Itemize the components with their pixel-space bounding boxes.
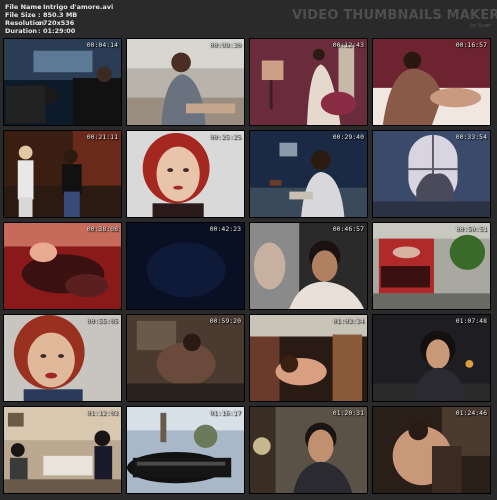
thumbnail-frame-image <box>4 315 121 401</box>
video-thumbnail[interactable]: 00:59:20 <box>126 314 245 402</box>
video-thumbnail[interactable]: 00:04:14 <box>3 38 122 126</box>
video-thumbnail[interactable]: 00:33:54 <box>372 130 491 218</box>
thumbnail-frame-image <box>4 39 121 125</box>
thumbnail-frame-image <box>127 407 244 493</box>
timecode: 00:29:40 <box>332 133 364 141</box>
video-thumbnail[interactable]: 00:29:40 <box>249 130 368 218</box>
thumbnail-frame-image <box>4 223 121 309</box>
timecode: 00:21:11 <box>86 133 118 141</box>
timecode: 01:16:17 <box>209 409 241 417</box>
timecode: 01:07:48 <box>455 317 487 325</box>
video-thumbnail[interactable]: 01:16:17 <box>126 406 245 494</box>
timecode: 00:55:05 <box>86 317 118 325</box>
thumbnail-frame-image <box>127 315 244 401</box>
thumbnail-frame-image <box>250 39 367 125</box>
thumbnail-frame-image <box>250 223 367 309</box>
timecode: 00:46:57 <box>332 225 364 233</box>
video-thumbnail[interactable]: 00:55:05 <box>3 314 122 402</box>
thumbnail-grid: 00:04:14 00:08:30 00:12:43 00:16:57 00:21:11… <box>0 0 497 500</box>
video-thumbnail[interactable]: 00:46:57 <box>249 222 368 310</box>
video-thumbnail[interactable]: 01:03:34 <box>249 314 368 402</box>
thumbnail-frame-image <box>373 223 490 309</box>
thumbnail-frame-image <box>4 407 121 493</box>
video-thumbnail[interactable]: 01:07:48 <box>372 314 491 402</box>
video-thumbnail[interactable]: 01:12:03 <box>3 406 122 494</box>
video-thumbnail[interactable]: 00:21:11 <box>3 130 122 218</box>
timecode: 00:42:23 <box>209 225 241 233</box>
thumbnail-frame-image <box>127 39 244 125</box>
thumbnail-frame-image <box>127 131 244 217</box>
timecode: 00:25:25 <box>209 133 241 141</box>
timecode: 00:04:14 <box>86 41 118 49</box>
video-thumbnail[interactable]: 00:42:23 <box>126 222 245 310</box>
timecode: 00:38:08 <box>86 225 118 233</box>
thumbnail-frame-image <box>250 315 367 401</box>
video-thumbnail[interactable]: 00:12:43 <box>249 38 368 126</box>
timecode: 00:33:54 <box>455 133 487 141</box>
thumbnail-frame-image <box>250 407 367 493</box>
thumbnail-frame-image <box>250 131 367 217</box>
thumbnail-frame-image <box>373 407 490 493</box>
timecode: 00:12:43 <box>332 41 364 49</box>
thumbnail-frame-image <box>373 131 490 217</box>
timecode: 00:59:20 <box>209 317 241 325</box>
timecode: 01:03:34 <box>332 317 364 325</box>
video-thumbnail[interactable]: 01:24:46 <box>372 406 491 494</box>
thumbnail-frame-image <box>127 223 244 309</box>
timecode: 00:50:51 <box>455 225 487 233</box>
thumbnail-frame-image <box>4 131 121 217</box>
video-thumbnail[interactable]: 00:25:25 <box>126 130 245 218</box>
timecode: 00:08:30 <box>209 41 241 49</box>
timecode: 01:12:03 <box>86 409 118 417</box>
video-thumbnail[interactable]: 00:50:51 <box>372 222 491 310</box>
timecode: 00:16:57 <box>455 41 487 49</box>
video-thumbnail[interactable]: 00:38:08 <box>3 222 122 310</box>
timecode: 01:24:46 <box>455 409 487 417</box>
video-thumbnail[interactable]: 00:08:30 <box>126 38 245 126</box>
thumbnail-frame-image <box>373 315 490 401</box>
timecode: 01:20:31 <box>332 409 364 417</box>
video-thumbnail[interactable]: 01:20:31 <box>249 406 368 494</box>
thumbnail-frame-image <box>373 39 490 125</box>
video-thumbnail[interactable]: 00:16:57 <box>372 38 491 126</box>
